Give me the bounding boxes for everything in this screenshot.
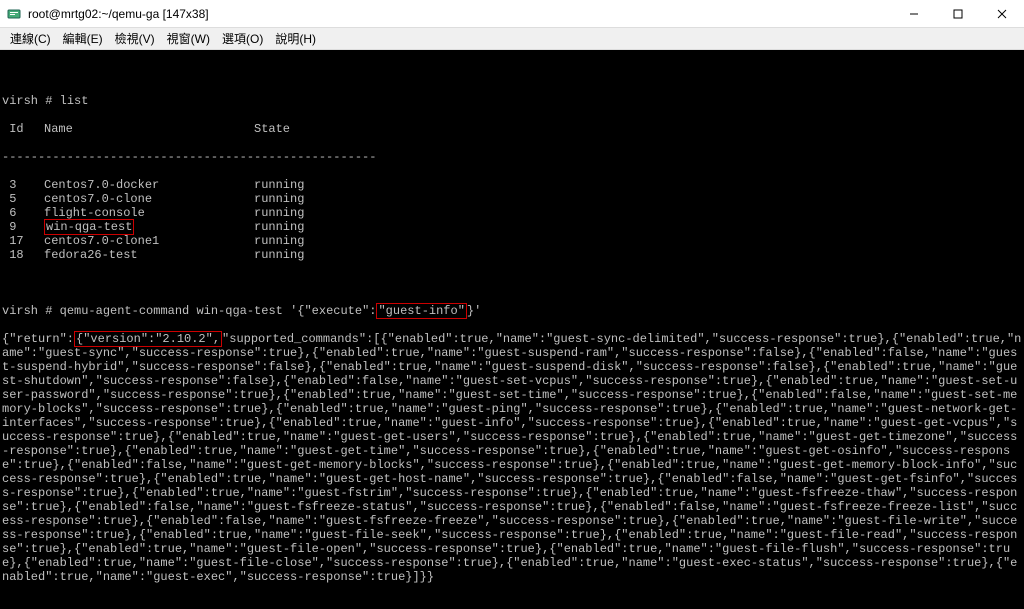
vm-state: running (254, 192, 304, 206)
vm-row: 6flight-consolerunning (2, 206, 1022, 220)
window-title: root@mrtg02:~/qemu-ga [147x38] (28, 7, 892, 21)
titlebar: root@mrtg02:~/qemu-ga [147x38] (0, 0, 1024, 28)
vm-id: 9 (2, 220, 44, 234)
cmd-guest-info: virsh # qemu-agent-command win-qga-test … (2, 304, 1022, 318)
vm-row: 18fedora26-testrunning (2, 248, 1022, 262)
cmd-text: qemu-agent-command win-qga-test '{"execu… (60, 304, 377, 318)
menu-view[interactable]: 檢視(V) (109, 30, 161, 47)
vm-state: running (254, 248, 304, 262)
menu-window[interactable]: 視窗(W) (161, 30, 216, 47)
vm-id: 17 (2, 234, 44, 248)
resp-text: {"return": (2, 332, 74, 346)
terminal-line (2, 276, 1022, 290)
vm-id: 3 (2, 178, 44, 192)
menu-connect[interactable]: 連線(C) (4, 30, 57, 47)
vm-row: 9win-qga-test running (2, 220, 1022, 234)
highlight-version: {"version":"2.10.2", (74, 331, 222, 347)
cmd-list: list (60, 94, 89, 108)
window-controls (892, 0, 1024, 27)
minimize-button[interactable] (892, 0, 936, 27)
vm-name: fedora26-test (44, 248, 254, 262)
terminal[interactable]: virsh # list IdNameState ---------------… (0, 50, 1024, 609)
terminal-line: virsh # list (2, 94, 1022, 108)
vm-state: running (254, 220, 304, 234)
menu-edit[interactable]: 編輯(E) (57, 30, 109, 47)
app-icon (6, 6, 22, 22)
highlight-vm-name: win-qga-test (44, 219, 134, 235)
vm-name: centos7.0-clone1 (44, 234, 254, 248)
cmd-text: }' (467, 304, 481, 318)
vm-row: 17centos7.0-clone1running (2, 234, 1022, 248)
maximize-button[interactable] (936, 0, 980, 27)
vm-state: running (254, 178, 304, 192)
response-guest-info: {"return":{"version":"2.10.2","supported… (2, 332, 1022, 584)
highlight-guest-info: "guest-info" (376, 303, 466, 319)
vm-id: 5 (2, 192, 44, 206)
vm-name: Centos7.0-docker (44, 178, 254, 192)
vm-name: flight-console (44, 206, 254, 220)
vm-state: running (254, 234, 304, 248)
menu-options[interactable]: 選項(O) (216, 30, 269, 47)
vm-state: running (254, 206, 304, 220)
col-name: Name (44, 122, 254, 136)
vm-name: centos7.0-clone (44, 192, 254, 206)
divider: ----------------------------------------… (2, 150, 1022, 164)
vm-row: 5centos7.0-clonerunning (2, 192, 1022, 206)
vm-id: 6 (2, 206, 44, 220)
list-header: IdNameState (2, 122, 1022, 136)
prompt: virsh # (2, 94, 52, 108)
close-button[interactable] (980, 0, 1024, 27)
vm-id: 18 (2, 248, 44, 262)
resp-text: "supported_commands":[{"enabled":true,"n… (2, 332, 1021, 584)
terminal-line (2, 598, 1022, 609)
prompt: virsh # (2, 304, 52, 318)
col-id: Id (2, 122, 44, 136)
terminal-line (2, 66, 1022, 80)
menu-help[interactable]: 說明(H) (269, 30, 322, 47)
vm-row: 3Centos7.0-dockerrunning (2, 178, 1022, 192)
menubar: 連線(C) 編輯(E) 檢視(V) 視窗(W) 選項(O) 說明(H) (0, 28, 1024, 50)
vm-name: win-qga-test (44, 220, 254, 234)
col-state: State (254, 122, 290, 136)
